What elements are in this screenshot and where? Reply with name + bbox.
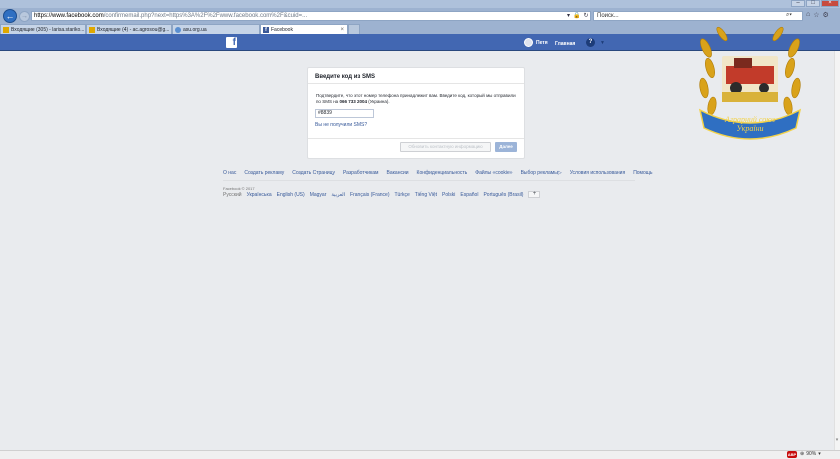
footer-link-careers[interactable]: Вакансии xyxy=(387,170,409,176)
back-button[interactable]: ← xyxy=(3,9,17,23)
address-bar[interactable]: https://www.facebook.com/confirmemail.ph… xyxy=(31,11,591,21)
language-link[interactable]: Polski xyxy=(442,192,455,198)
gear-icon[interactable]: ⚙ xyxy=(823,11,829,19)
url-path: /confirmemail.php?next=https%3A%2F%2Fwww… xyxy=(103,13,308,19)
close-window-button[interactable]: × xyxy=(821,0,839,7)
language-link[interactable]: العربية xyxy=(331,192,345,198)
footer-link-terms[interactable]: Условия использования xyxy=(570,170,626,176)
address-icons: ▾ 🔒 ↻ xyxy=(567,12,589,19)
forward-button[interactable]: → xyxy=(19,11,30,22)
mail-icon xyxy=(89,26,95,33)
status-bar xyxy=(0,450,840,459)
footer-link-about[interactable]: О нас xyxy=(223,170,236,176)
facebook-logo[interactable]: f xyxy=(226,37,237,48)
footer-link-create-page[interactable]: Создать Страницу xyxy=(292,170,335,176)
footer-links: О нас Создать рекламу Создать Страницу Р… xyxy=(223,170,653,176)
scrollbar[interactable] xyxy=(834,51,840,450)
tab-facebook[interactable]: f Facebook × xyxy=(260,24,348,34)
footer-divider xyxy=(223,180,635,181)
account-dropdown-icon[interactable]: ▼ xyxy=(600,40,605,46)
language-link[interactable]: English (US) xyxy=(277,192,305,198)
url-host: https://www.facebook.com xyxy=(34,13,104,19)
tab-asu[interactable]: asu.org.ua xyxy=(172,24,260,34)
logo-banner-line1: Аграрний союз xyxy=(724,115,775,124)
avatar xyxy=(524,38,533,47)
language-link[interactable]: Tiếng Việt xyxy=(415,192,437,198)
mail-icon xyxy=(3,26,9,33)
language-link[interactable]: Español xyxy=(460,192,478,198)
maximize-button[interactable]: □ xyxy=(806,0,820,7)
window-controls: – □ × xyxy=(791,0,839,7)
next-button[interactable]: Далее xyxy=(495,142,517,152)
zoom-control[interactable]: ⊕ 90% ▾ xyxy=(800,451,821,457)
user-name: Петя xyxy=(536,39,548,46)
footer-link-privacy[interactable]: Конфиденциальность xyxy=(417,170,468,176)
logo-banner-line2: України xyxy=(736,124,763,133)
phone-number: 066 733 2004 xyxy=(339,99,367,104)
world-icon xyxy=(175,26,181,33)
language-link[interactable]: Français (France) xyxy=(350,192,389,198)
update-contact-button[interactable]: Обновить контактную информацию xyxy=(400,142,491,152)
help-icon[interactable]: ? xyxy=(586,38,595,47)
adblock-icon[interactable]: ABP xyxy=(787,451,797,458)
language-link[interactable]: Português (Brasil) xyxy=(483,192,523,198)
favorites-star-icon[interactable]: ☆ xyxy=(813,11,819,19)
profile-link[interactable]: Петя xyxy=(524,38,548,47)
add-language-button[interactable]: + xyxy=(528,191,541,198)
footer-link-create-ad[interactable]: Создать рекламу xyxy=(244,170,284,176)
no-sms-link[interactable]: Вы не получили SMS? xyxy=(315,122,367,128)
tab-label: Входящие (305) - larisa.stariko... xyxy=(11,26,85,33)
tab-label: Facebook xyxy=(271,26,293,33)
dialog-title: Введите код из SMS xyxy=(308,68,524,84)
scroll-down-icon[interactable]: ▾ xyxy=(834,437,840,445)
tab-label: Входящие (4) - ac.agrosou@g... xyxy=(97,26,170,33)
footer-link-cookies[interactable]: Файлы «cookie» xyxy=(475,170,512,176)
zoom-level: 90% xyxy=(806,451,817,457)
dialog-text-tail: (Украина). xyxy=(366,99,390,104)
window-titlebar: – □ × xyxy=(0,0,840,8)
footer-link-help[interactable]: Помощь xyxy=(633,170,652,176)
lock-icon[interactable]: 🔒 xyxy=(573,12,580,19)
language-list: Русский Українська English (US) Magyar ا… xyxy=(223,191,541,198)
minimize-button[interactable]: – xyxy=(791,0,805,7)
footer-link-ad-choices[interactable]: Выбор рекламы▷ xyxy=(521,170,562,176)
tab-mail-1[interactable]: Входящие (305) - larisa.stariko... xyxy=(0,24,86,34)
tab-mail-2[interactable]: Входящие (4) - ac.agrosou@g... xyxy=(86,24,172,34)
toolbar-icons: ⌂ ☆ ⚙ xyxy=(806,11,829,19)
agrarian-union-logo: Аграрний союз України xyxy=(698,26,802,140)
footer-link-developers[interactable]: Разработчикам xyxy=(343,170,379,176)
language-link[interactable]: Magyar xyxy=(310,192,327,198)
tab-label: asu.org.ua xyxy=(183,26,207,33)
current-language: Русский xyxy=(223,191,242,198)
language-link[interactable]: Türkçe xyxy=(395,192,410,198)
refresh-icon[interactable]: ↻ xyxy=(584,12,589,19)
dropdown-icon[interactable]: ▾ xyxy=(567,12,570,19)
language-link[interactable]: Українська xyxy=(247,192,272,198)
home-link[interactable]: Главная xyxy=(555,41,575,47)
sms-code-input[interactable]: #8839 xyxy=(315,109,374,118)
new-tab-button[interactable] xyxy=(348,24,360,34)
zoom-icon: ⊕ xyxy=(800,451,805,457)
facebook-icon: f xyxy=(263,26,269,33)
close-tab-icon[interactable]: × xyxy=(340,26,344,34)
chevron-down-icon: ▾ xyxy=(818,451,821,457)
dialog-description: Подтвердите, что этот номер телефона при… xyxy=(316,93,516,105)
